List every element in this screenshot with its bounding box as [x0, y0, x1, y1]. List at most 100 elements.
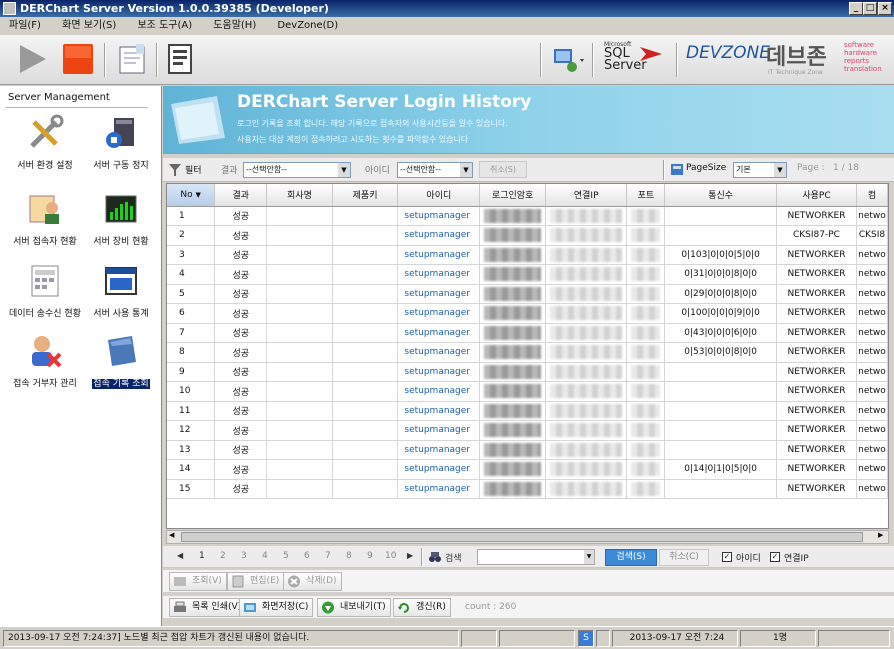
close-button[interactable]: ×: [878, 2, 892, 15]
col-password[interactable]: 로그인암호: [479, 184, 546, 207]
stop-button[interactable]: [60, 41, 96, 77]
col-computer[interactable]: 컴: [856, 184, 888, 207]
prev-page-icon[interactable]: ◀: [177, 551, 183, 560]
cell-password: [479, 342, 546, 363]
table-row[interactable]: 13 성공 setupmanager NETWORKER netwo: [167, 440, 888, 460]
col-comm-count[interactable]: 통신수: [664, 184, 778, 207]
cell-result: 성공: [214, 245, 268, 265]
document-button[interactable]: [162, 41, 198, 77]
cell-no: 6: [167, 303, 216, 324]
page-4[interactable]: 4: [262, 551, 268, 561]
cell-ip: [545, 420, 628, 441]
table-row[interactable]: 6 성공 setupmanager 0|100|0|0|0|9|0|0 NETWORKE…: [167, 303, 888, 324]
redacted-value: [631, 423, 661, 438]
table-row[interactable]: 14 성공 setupmanager 0|14|0|1|0|5|0|0 NETWORKE…: [167, 459, 888, 480]
page-5[interactable]: 5: [283, 551, 289, 561]
table-row[interactable]: 7 성공 setupmanager 0|43|0|0|0|6|0|0 NETWORKER…: [167, 323, 888, 343]
cell-result: 성공: [214, 206, 268, 226]
export-button[interactable]: 내보내기(T): [317, 598, 391, 617]
nav-login-history[interactable]: 접속 기록 조회: [82, 332, 160, 389]
minimize-button[interactable]: _: [849, 2, 863, 15]
menu-view[interactable]: 화면 보기(S): [53, 17, 125, 35]
cell-company: [266, 264, 333, 285]
table-row[interactable]: 1 성공 setupmanager NETWORKER netwo: [167, 206, 888, 226]
maximize-button[interactable]: □: [863, 2, 877, 15]
nav-data-traffic[interactable]: 데이터 송수신 현황: [6, 262, 84, 319]
ip-checkbox[interactable]: ✓: [770, 552, 780, 562]
page-1[interactable]: 1: [199, 551, 205, 561]
start-button[interactable]: [14, 41, 50, 77]
nav-server-stats[interactable]: 서버 사용 통계: [82, 262, 160, 319]
search-button[interactable]: 검색(S): [605, 549, 657, 566]
page-8[interactable]: 8: [346, 551, 352, 561]
report-button[interactable]: [114, 41, 150, 77]
col-ip[interactable]: 연결IP: [545, 184, 628, 207]
col-company[interactable]: 회사명: [266, 184, 333, 207]
view-button[interactable]: 조회(V): [169, 572, 227, 591]
page-6[interactable]: 6: [304, 551, 310, 561]
table-row[interactable]: 12 성공 setupmanager NETWORKER netwo: [167, 420, 888, 441]
nav-server-config[interactable]: 서버 환경 설정: [6, 114, 84, 171]
page-2[interactable]: 2: [220, 551, 226, 561]
pagesize-select[interactable]: 기본 ▼: [733, 162, 787, 178]
cell-comm-count: [664, 420, 778, 441]
menu-devzone[interactable]: DevZone(D): [268, 17, 347, 35]
horizontal-scrollbar[interactable]: ◀ ▶: [166, 530, 889, 544]
col-port[interactable]: 포트: [626, 184, 666, 207]
table-row[interactable]: 3 성공 setupmanager 0|103|0|0|0|5|0|0 NETWORKE…: [167, 245, 888, 265]
cell-ip: [545, 362, 628, 382]
nav-server-hardware[interactable]: 서버 장비 현황: [82, 190, 160, 247]
table-row[interactable]: 10 성공 setupmanager NETWORKER netwo: [167, 381, 888, 402]
menu-file[interactable]: 파일(F): [0, 17, 50, 35]
banner-folder-icon: [171, 96, 225, 144]
page-7[interactable]: 7: [325, 551, 331, 561]
network-button[interactable]: [548, 41, 584, 77]
edit-button[interactable]: 편집(E): [227, 572, 285, 591]
cell-comm-count: [664, 440, 778, 460]
print-list-button[interactable]: 목록 인쇄(V): [169, 598, 247, 617]
menu-tools[interactable]: 보조 도구(A): [128, 17, 201, 35]
nav-server-users[interactable]: 서버 접속자 현황: [6, 190, 84, 247]
col-product-key[interactable]: 제품키: [332, 184, 399, 207]
col-pc[interactable]: 사용PC: [776, 184, 857, 207]
cell-result: 성공: [214, 459, 268, 480]
page-10[interactable]: 10: [385, 551, 396, 561]
scroll-left-icon[interactable]: ◀: [169, 531, 174, 539]
search-cancel-button[interactable]: 취소(C): [659, 549, 709, 566]
page-3[interactable]: 3: [241, 551, 247, 561]
table-row[interactable]: 5 성공 setupmanager 0|29|0|0|0|8|0|0 NETWORKER…: [167, 284, 888, 304]
cell-ip: [545, 206, 628, 226]
col-no[interactable]: No ▼: [167, 184, 216, 207]
id-select[interactable]: --선택안함-- ▼: [397, 162, 473, 178]
nav-server-stop[interactable]: 서버 구동 정지: [82, 114, 160, 171]
filter-cancel-button[interactable]: 취소(S): [479, 161, 527, 178]
cell-comm-count: [664, 401, 778, 421]
cell-password: [479, 381, 546, 402]
delete-button[interactable]: 삭제(D): [283, 572, 342, 591]
chevron-down-icon[interactable]: ▼: [584, 550, 594, 564]
save-screen-button[interactable]: 화면저장(C): [239, 598, 314, 617]
redacted-value: [549, 306, 623, 321]
search-input[interactable]: ▼: [477, 549, 595, 565]
table-row[interactable]: 8 성공 setupmanager 0|53|0|0|0|8|0|0 NETWORKER…: [167, 342, 888, 363]
table-row[interactable]: 15 성공 setupmanager NETWORKER netwo: [167, 479, 888, 499]
col-result[interactable]: 결과: [214, 184, 268, 207]
cell-company: [266, 401, 333, 421]
id-checkbox[interactable]: ✓: [722, 552, 732, 562]
menu-help[interactable]: 도움말(H): [204, 17, 265, 35]
col-user-id[interactable]: 아이디: [397, 184, 481, 207]
printer-icon: [174, 601, 186, 612]
table-row[interactable]: 2 성공 setupmanager CKSI87-PC CKSI8: [167, 225, 888, 246]
nav-blocked-users[interactable]: 접속 거부자 관리: [6, 332, 84, 389]
table-row[interactable]: 9 성공 setupmanager NETWORKER netwo: [167, 362, 888, 382]
result-select[interactable]: --선택안함-- ▼: [243, 162, 351, 178]
cell-no: 4: [167, 264, 216, 285]
next-page-icon[interactable]: ▶: [407, 551, 413, 560]
cell-ip: [545, 381, 628, 402]
refresh-button[interactable]: 갱신(R): [393, 598, 451, 617]
table-row[interactable]: 11 성공 setupmanager NETWORKER netwo: [167, 401, 888, 421]
table-row[interactable]: 4 성공 setupmanager 0|31|0|0|0|8|0|0 NETWORKER…: [167, 264, 888, 285]
scrollbar-thumb[interactable]: [181, 532, 863, 542]
scroll-right-icon[interactable]: ▶: [878, 531, 883, 539]
page-9[interactable]: 9: [367, 551, 373, 561]
